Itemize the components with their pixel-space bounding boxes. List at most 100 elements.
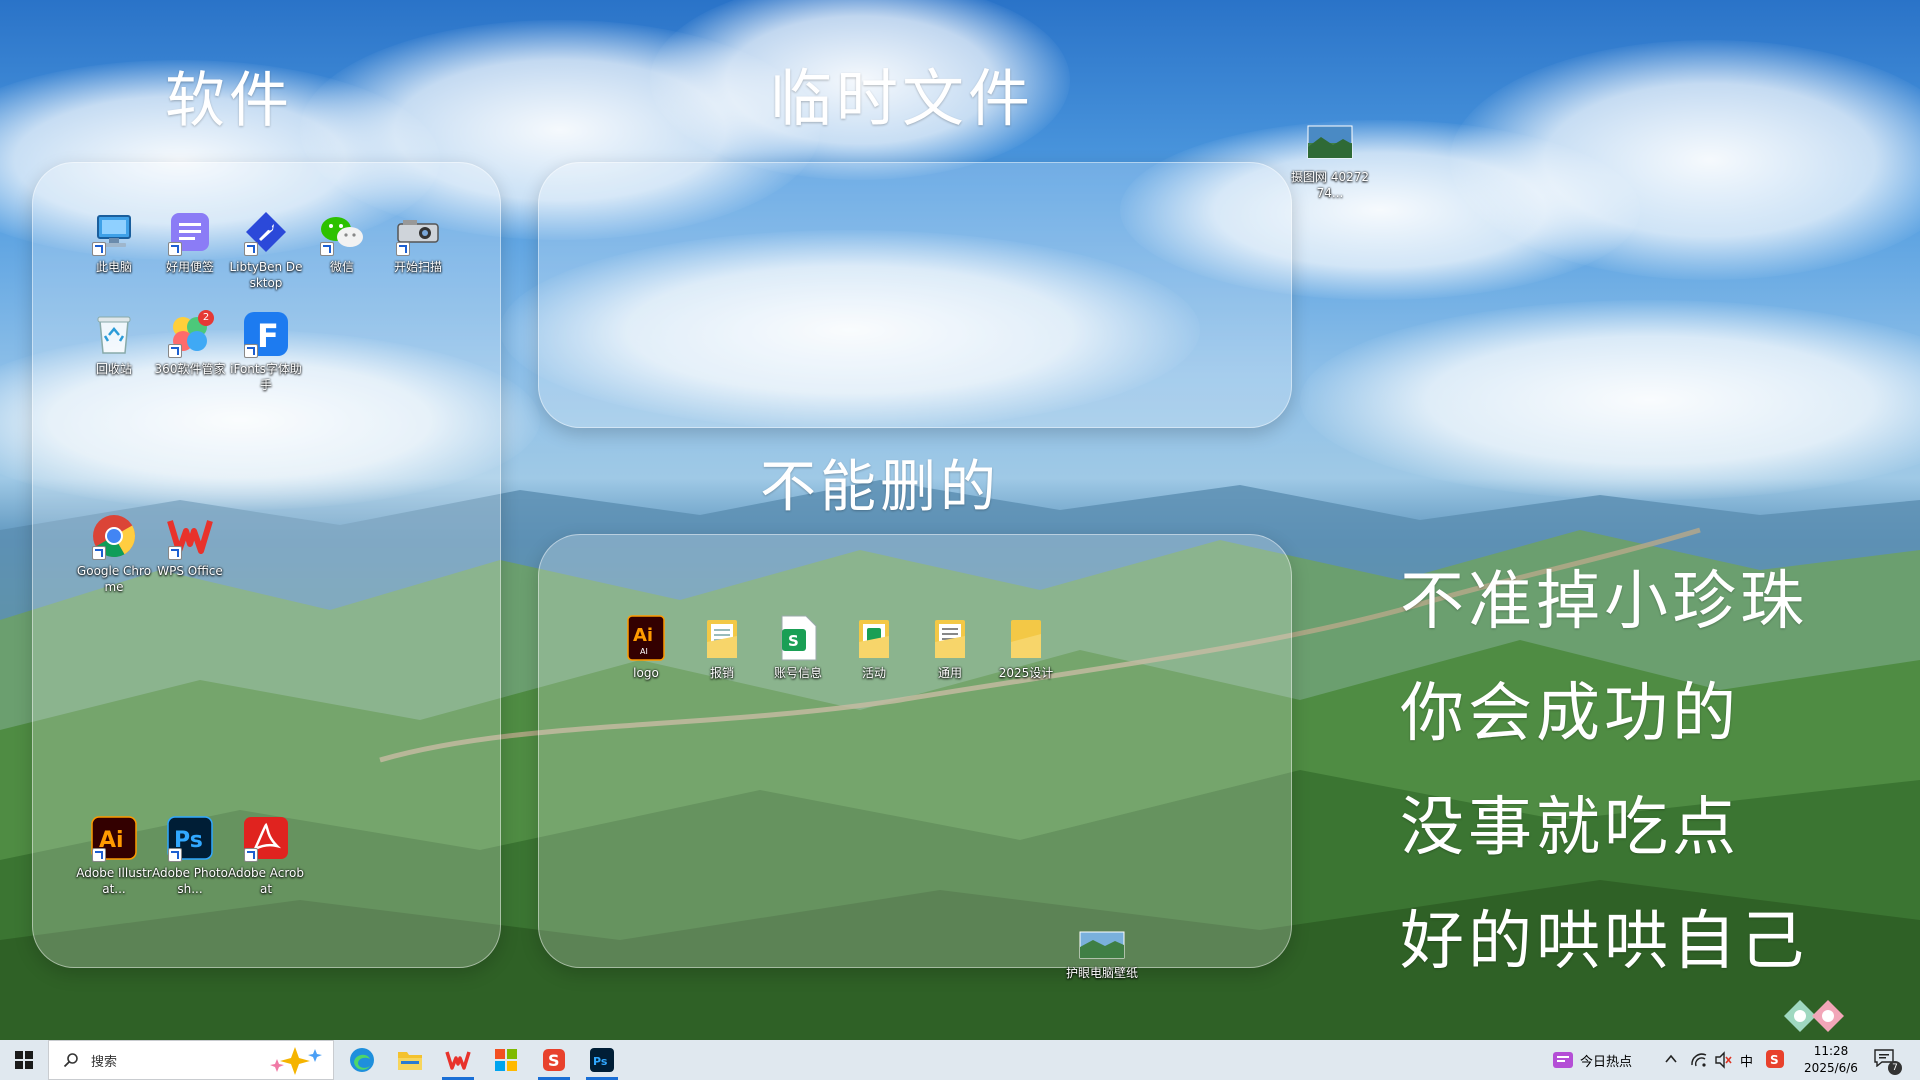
svg-text:S: S bbox=[1770, 1053, 1779, 1067]
ifonts-icon: F bbox=[242, 310, 290, 358]
desktop-icon-account-sheet[interactable]: S 账号信息 bbox=[760, 614, 836, 681]
desktop-icon-label: 好用便签 bbox=[165, 260, 214, 274]
windows-store-icon bbox=[495, 1049, 517, 1071]
taskbar-wps[interactable] bbox=[434, 1040, 482, 1080]
sogou-tray-icon[interactable]: S bbox=[1766, 1050, 1784, 1072]
windows-logo-icon bbox=[15, 1051, 33, 1069]
wps-icon bbox=[166, 512, 214, 560]
desktop-icon-label: Adobe Photosh... bbox=[152, 866, 229, 896]
desktop-icon-folder-activity[interactable]: 活动 bbox=[836, 614, 912, 681]
input-method-indicator[interactable]: 中 bbox=[1740, 1051, 1753, 1070]
search-highlight-icon bbox=[270, 1047, 322, 1075]
badge-count: 2 bbox=[198, 310, 214, 326]
scanner-icon bbox=[394, 208, 442, 256]
ai-file-icon: Ai AI bbox=[622, 614, 670, 662]
desktop-icon-label: WPS Office bbox=[157, 564, 223, 578]
desktop-icon-chrome[interactable]: Google Chrome bbox=[76, 512, 152, 595]
desktop-icon-label: Adobe Acrobat bbox=[228, 866, 304, 896]
desktop-icon-label: 2025设计 bbox=[998, 666, 1054, 680]
start-button[interactable] bbox=[0, 1040, 48, 1080]
desktop-icon-label: 活动 bbox=[861, 666, 886, 680]
desktop-icon-acrobat[interactable]: Adobe Acrobat bbox=[228, 814, 304, 897]
desktop-icon-label: 此电脑 bbox=[95, 260, 132, 274]
wechat-icon bbox=[318, 208, 366, 256]
quote-line-2: 你会成功的 bbox=[1400, 677, 1740, 751]
shortcut-arrow-icon bbox=[244, 344, 258, 358]
desktop-icon-logo-ai[interactable]: Ai AI logo bbox=[608, 614, 684, 681]
quote-line-4: 好的哄哄自己 bbox=[1400, 905, 1808, 979]
quote-line-1: 不准掉小珍珠 bbox=[1400, 565, 1808, 639]
clock[interactable]: 11:28 2025/6/6 bbox=[1796, 1043, 1866, 1077]
taskbar-edge[interactable] bbox=[338, 1040, 386, 1080]
desktop-icon-label: 通用 bbox=[937, 666, 962, 680]
desktop-icon-wps[interactable]: WPS Office bbox=[152, 512, 228, 579]
computer-icon bbox=[90, 208, 138, 256]
software-manager-icon: 2 bbox=[166, 310, 214, 358]
sogou-icon: S bbox=[543, 1049, 565, 1071]
taskbar-file-explorer[interactable] bbox=[386, 1040, 434, 1080]
edge-icon bbox=[350, 1048, 374, 1072]
taskbar-store[interactable] bbox=[482, 1040, 530, 1080]
desktop-icon-label: logo bbox=[633, 666, 659, 680]
acrobat-icon bbox=[242, 814, 290, 862]
taskbar: 搜索 S Ps 今日热点 中 S 11:28 2025/6/6 7 bbox=[0, 1040, 1920, 1080]
keep-files-panel bbox=[538, 534, 1292, 968]
folder-icon bbox=[1002, 614, 1050, 662]
desktop-icon-scan[interactable]: 开始扫描 bbox=[380, 208, 456, 275]
shortcut-arrow-icon bbox=[244, 242, 258, 256]
desktop-icon-folder-2025[interactable]: 2025设计 bbox=[988, 614, 1064, 681]
photoshop-icon: Ps bbox=[166, 814, 214, 862]
desktop-icon-label: 开始扫描 bbox=[393, 260, 442, 274]
chrome-icon bbox=[90, 512, 138, 560]
heading-temp-files: 临时文件 bbox=[770, 62, 1035, 135]
desktop-icon-label: Adobe Illustrat... bbox=[76, 866, 152, 896]
taskbar-sogou[interactable]: S bbox=[530, 1040, 578, 1080]
desktop-icon-this-pc[interactable]: 此电脑 bbox=[76, 208, 152, 275]
shortcut-arrow-icon bbox=[168, 546, 182, 560]
desktop-icon-ifonts[interactable]: F iFonts字体助手 bbox=[228, 310, 304, 393]
svg-text:Ps: Ps bbox=[593, 1055, 608, 1068]
taskbar-search[interactable]: 搜索 bbox=[48, 1040, 334, 1080]
shortcut-arrow-icon bbox=[92, 546, 106, 560]
desktop-icon-libtyben[interactable]: LibtyBen Desktop bbox=[228, 208, 304, 291]
search-placeholder: 搜索 bbox=[91, 1054, 118, 1070]
desktop-icon-label: 报销 bbox=[709, 666, 734, 680]
svg-text:S: S bbox=[788, 632, 799, 650]
desktop-icon-illustrator[interactable]: Ai Adobe Illustrat... bbox=[76, 814, 152, 897]
recycle-bin-icon bbox=[90, 310, 138, 358]
shortcut-arrow-icon bbox=[92, 848, 106, 862]
tray-overflow-chevron-icon[interactable] bbox=[1664, 1052, 1678, 1070]
news-widget[interactable]: 今日热点 bbox=[1552, 1040, 1632, 1080]
taskbar-photoshop[interactable]: Ps bbox=[578, 1040, 626, 1080]
desktop-icon-photoshop[interactable]: Ps Adobe Photosh... bbox=[152, 814, 228, 897]
volume-muted-icon[interactable] bbox=[1714, 1051, 1732, 1073]
notification-center-button[interactable]: 7 bbox=[1874, 1049, 1902, 1075]
desktop-icon-folder-reimburse[interactable]: 报销 bbox=[684, 614, 760, 681]
desktop-icon-wallpaper-file[interactable]: 护眼电脑壁纸 bbox=[1062, 928, 1142, 981]
desktop-icon-folder-general[interactable]: 通用 bbox=[912, 614, 988, 681]
network-icon[interactable] bbox=[1690, 1051, 1708, 1073]
shortcut-arrow-icon bbox=[320, 242, 334, 256]
desktop-icon-image-file[interactable]: 摄图网 4027274... bbox=[1290, 118, 1370, 201]
desktop-icon-recycle-bin[interactable]: 回收站 bbox=[76, 310, 152, 377]
svg-text:AI: AI bbox=[640, 647, 648, 656]
desktop-icon-label: 账号信息 bbox=[773, 666, 822, 680]
desktop-icon-label: Google Chrome bbox=[76, 564, 152, 594]
news-label: 今日热点 bbox=[1580, 1054, 1633, 1070]
image-file-icon bbox=[1306, 118, 1354, 166]
wps-icon bbox=[445, 1051, 471, 1070]
notes-icon bbox=[166, 208, 214, 256]
desktop-icon-label: 360软件管家 bbox=[154, 362, 226, 376]
desktop-icon-360[interactable]: 2 360软件管家 bbox=[152, 310, 228, 377]
desktop-icon-label: 护眼电脑壁纸 bbox=[1065, 966, 1138, 980]
shortcut-arrow-icon bbox=[168, 848, 182, 862]
image-file-icon bbox=[1078, 928, 1126, 962]
desktop-icon-label: iFonts字体助手 bbox=[230, 362, 302, 392]
shortcut-arrow-icon bbox=[168, 242, 182, 256]
spreadsheet-icon: S bbox=[774, 614, 822, 662]
desktop-icon-wechat[interactable]: 微信 bbox=[304, 208, 380, 275]
shortcut-arrow-icon bbox=[244, 848, 258, 862]
rocket-icon bbox=[242, 208, 290, 256]
desktop-icon-notes[interactable]: 好用便签 bbox=[152, 208, 228, 275]
folder-icon bbox=[926, 614, 974, 662]
